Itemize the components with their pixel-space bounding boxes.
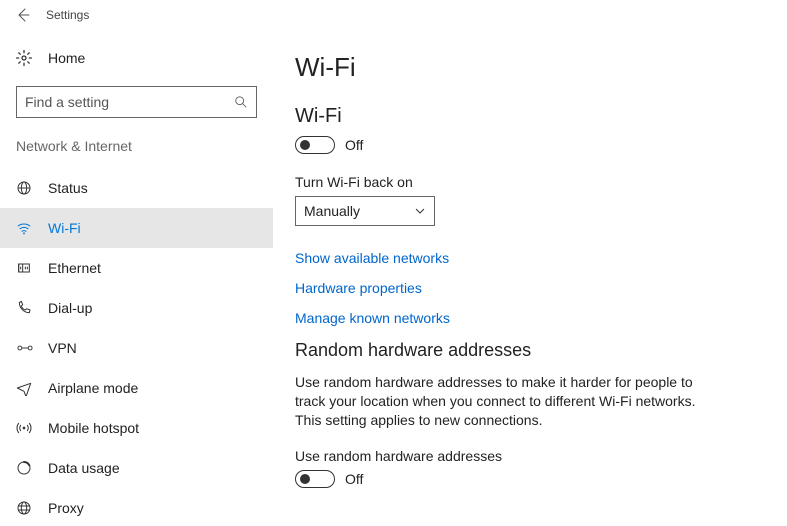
sidebar-item-label: Proxy	[48, 500, 84, 516]
search-input-container[interactable]	[16, 86, 257, 118]
wifi-toggle[interactable]	[295, 136, 335, 154]
sidebar-item-proxy[interactable]: Proxy	[0, 488, 273, 526]
random-hw-description: Use random hardware addresses to make it…	[295, 373, 715, 430]
select-value: Manually	[304, 203, 360, 219]
hotspot-icon	[16, 420, 38, 436]
random-hw-heading: Random hardware addresses	[295, 340, 757, 361]
sidebar-nav: Status Wi-Fi Ethernet	[0, 168, 273, 526]
sidebar-item-wifi[interactable]: Wi-Fi	[0, 208, 273, 248]
vpn-icon	[16, 340, 38, 356]
ethernet-icon	[16, 260, 38, 276]
sidebar-item-label: Dial-up	[48, 300, 92, 316]
sidebar-item-label: Ethernet	[48, 260, 101, 276]
sidebar-item-label: Mobile hotspot	[48, 420, 139, 436]
random-hw-toggle[interactable]	[295, 470, 335, 488]
sidebar-item-label: Status	[48, 180, 88, 196]
globe-icon	[16, 180, 38, 196]
sidebar-item-datausage[interactable]: Data usage	[0, 448, 273, 488]
link-manage-known[interactable]: Manage known networks	[295, 310, 757, 326]
search-input[interactable]	[25, 94, 232, 110]
link-hardware-properties[interactable]: Hardware properties	[295, 280, 757, 296]
proxy-icon	[16, 500, 38, 516]
random-hw-toggle-label: Use random hardware addresses	[295, 448, 757, 464]
titlebar: Settings	[0, 0, 787, 30]
settings-window: Settings Home Network & Internet	[0, 0, 787, 526]
wifi-heading: Wi-Fi	[295, 105, 757, 128]
home-button[interactable]: Home	[0, 44, 273, 72]
sidebar-item-status[interactable]: Status	[0, 168, 273, 208]
content-area: Home Network & Internet Status	[0, 30, 787, 526]
link-show-networks[interactable]: Show available networks	[295, 250, 757, 266]
sidebar-item-label: Airplane mode	[48, 380, 138, 396]
gear-icon	[16, 50, 38, 66]
sidebar-item-hotspot[interactable]: Mobile hotspot	[0, 408, 273, 448]
chevron-down-icon	[414, 205, 426, 217]
sidebar-item-dialup[interactable]: Dial-up	[0, 288, 273, 328]
toggle-knob	[300, 474, 310, 484]
wifi-toggle-row: Off	[295, 136, 757, 154]
turn-back-on-label: Turn Wi-Fi back on	[295, 174, 757, 190]
sidebar-item-label: Wi-Fi	[48, 220, 81, 236]
sidebar-item-airplane[interactable]: Airplane mode	[0, 368, 273, 408]
sidebar-section-header: Network & Internet	[0, 138, 273, 162]
data-usage-icon	[16, 460, 38, 476]
back-arrow-icon	[15, 7, 31, 23]
phone-icon	[16, 300, 38, 316]
wifi-toggle-state: Off	[345, 137, 363, 153]
sidebar: Home Network & Internet Status	[0, 30, 273, 526]
toggle-knob	[300, 140, 310, 150]
sidebar-item-ethernet[interactable]: Ethernet	[0, 248, 273, 288]
back-button[interactable]	[8, 0, 38, 30]
window-title: Settings	[46, 8, 89, 22]
random-hw-toggle-state: Off	[345, 471, 363, 487]
turn-back-on-select[interactable]: Manually	[295, 196, 435, 226]
page-title: Wi-Fi	[295, 52, 757, 83]
wifi-icon	[16, 220, 38, 236]
random-hw-toggle-row: Off	[295, 470, 757, 488]
main-panel: Wi-Fi Wi-Fi Off Turn Wi-Fi back on Manua…	[273, 30, 787, 526]
airplane-icon	[16, 380, 38, 396]
home-label: Home	[48, 50, 85, 66]
sidebar-item-label: VPN	[48, 340, 77, 356]
sidebar-item-vpn[interactable]: VPN	[0, 328, 273, 368]
sidebar-item-label: Data usage	[48, 460, 120, 476]
search-icon	[232, 95, 248, 109]
